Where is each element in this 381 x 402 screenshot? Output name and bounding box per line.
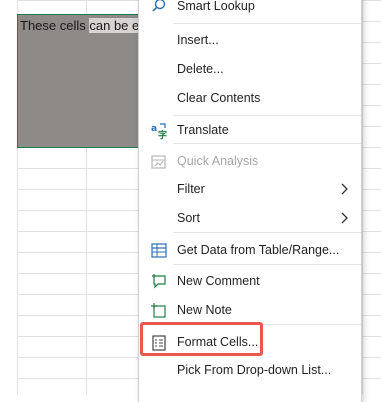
selected-cell-range[interactable]: [17, 14, 139, 148]
menu-item-new-comment[interactable]: New Comment: [139, 269, 361, 295]
cell-text-normal: These cells: [20, 18, 90, 33]
menu-item-sort[interactable]: Sort: [139, 206, 361, 232]
grid-left-column: [0, 0, 18, 394]
menu-item-pick-from-dropdown[interactable]: Pick From Drop-down List...: [139, 358, 361, 384]
menu-item-quick-analysis: Quick Analysis: [139, 149, 361, 175]
svg-text:字: 字: [158, 129, 167, 140]
new-note-icon: [150, 302, 168, 320]
menu-separator: [173, 23, 361, 24]
menu-item-label: Clear Contents: [177, 91, 261, 105]
table-icon: [150, 242, 168, 260]
menu-item-delete[interactable]: Delete...: [139, 57, 361, 83]
menu-item-clear-contents[interactable]: Clear Contents: [139, 86, 361, 112]
menu-item-label: New Comment: [177, 274, 260, 288]
menu-item-get-data[interactable]: Get Data from Table/Range...: [139, 238, 361, 264]
cell-text: These cells can be ed: [20, 18, 139, 33]
cell-text-highlighted: can be ed: [89, 18, 139, 33]
menu-item-label: Pick From Drop-down List...: [177, 363, 332, 377]
menu-separator: [173, 232, 361, 233]
menu-item-label: Smart Lookup: [177, 0, 255, 13]
quick-analysis-icon: [150, 153, 168, 171]
menu-item-label: Quick Analysis: [177, 154, 259, 168]
translate-icon: a 字: [150, 122, 168, 141]
search-icon: [150, 0, 168, 16]
chevron-right-icon: [339, 210, 349, 226]
menu-item-filter[interactable]: Filter: [139, 177, 361, 203]
menu-item-label: Filter: [177, 182, 205, 196]
menu-item-translate[interactable]: a 字 Translate: [139, 118, 361, 144]
menu-item-label: Sort: [177, 211, 200, 225]
menu-separator: [173, 115, 361, 116]
new-comment-icon: [150, 273, 168, 291]
menu-item-label: Translate: [177, 123, 229, 137]
format-cells-highlight: [140, 322, 263, 356]
menu-item-label: New Note: [177, 303, 232, 317]
menu-item-insert[interactable]: Insert...: [139, 28, 361, 54]
menu-separator: [173, 143, 361, 144]
menu-separator: [173, 264, 361, 265]
menu-item-label: Get Data from Table/Range...: [177, 243, 340, 257]
menu-item-label: Delete...: [177, 62, 224, 76]
svg-text:a: a: [151, 124, 157, 134]
chevron-right-icon: [339, 181, 349, 197]
menu-item-label: Insert...: [177, 33, 219, 47]
menu-item-new-note[interactable]: New Note: [139, 298, 361, 324]
menu-item-smart-lookup[interactable]: Smart Lookup: [139, 0, 361, 20]
